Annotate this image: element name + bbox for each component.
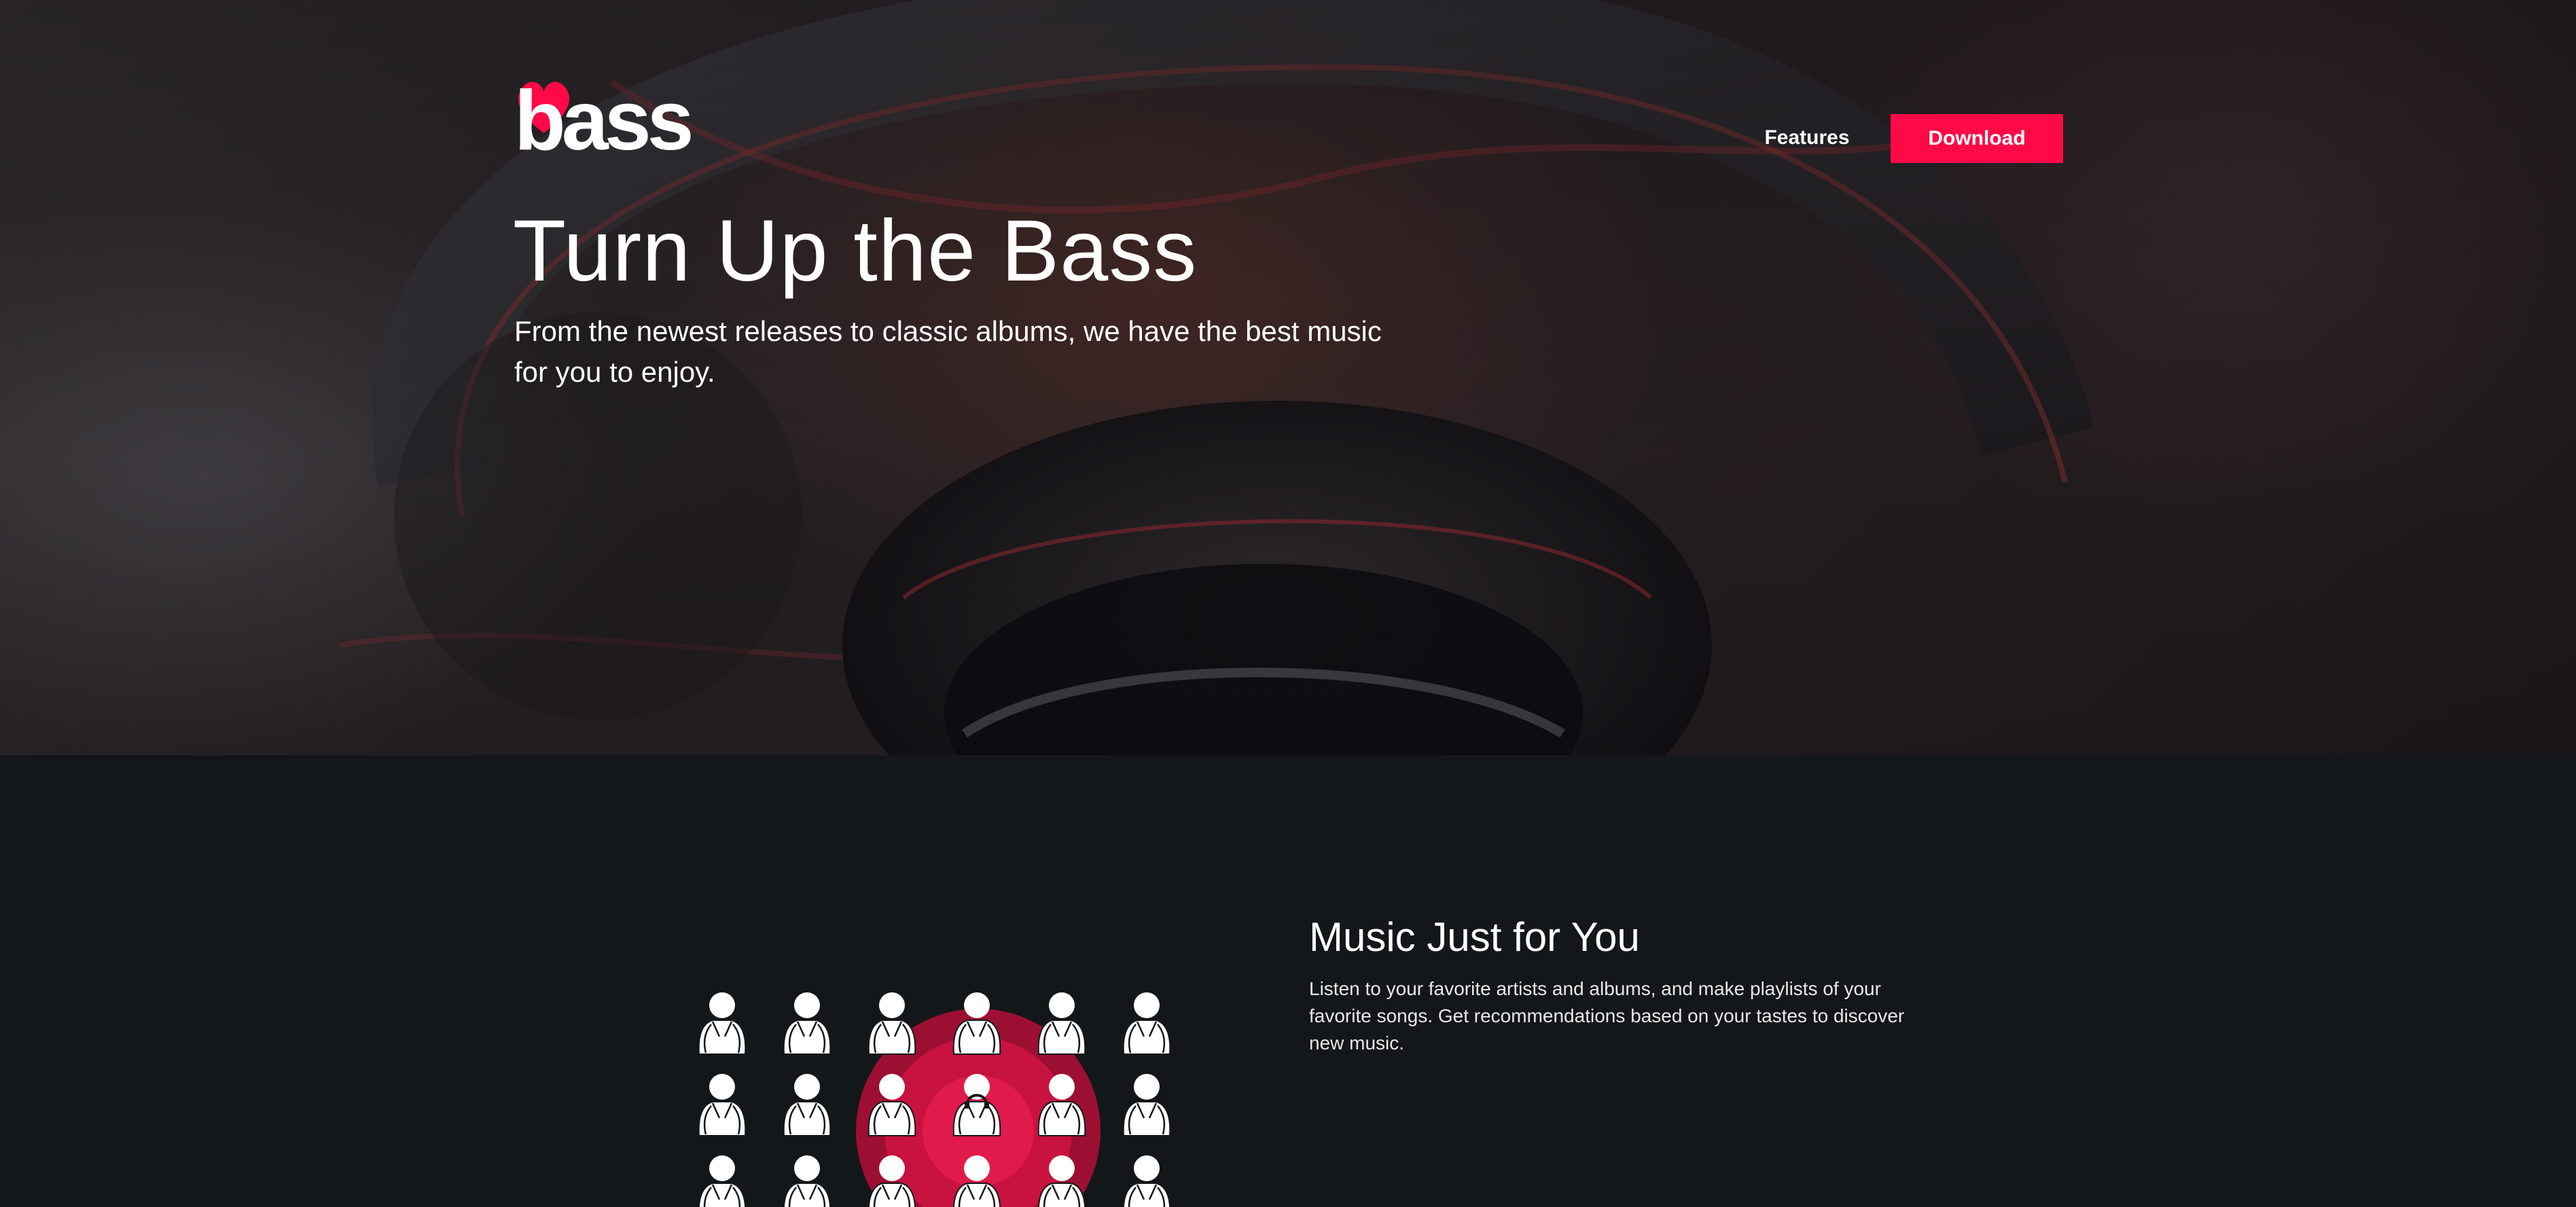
hero-title: Turn Up the Bass: [513, 202, 1198, 300]
feature-description: Listen to your favorite artists and albu…: [1309, 978, 1905, 1053]
logo-wordmark: bass: [514, 74, 694, 168]
feature-title: Music Just for You: [1309, 914, 1640, 960]
bass-logo[interactable]: bass: [514, 60, 694, 163]
music-for-you-section: Music Just for You Listen to your favori…: [0, 755, 2576, 1207]
crowd-target-icon: [698, 991, 1171, 1207]
hero-subtitle: From the newest releases to classic albu…: [514, 315, 1382, 388]
hero-section: bass Features Download Turn Up the Bass …: [0, 0, 2576, 755]
download-button[interactable]: Download: [1891, 114, 2063, 163]
nav-link-features[interactable]: Features: [1739, 124, 1875, 152]
